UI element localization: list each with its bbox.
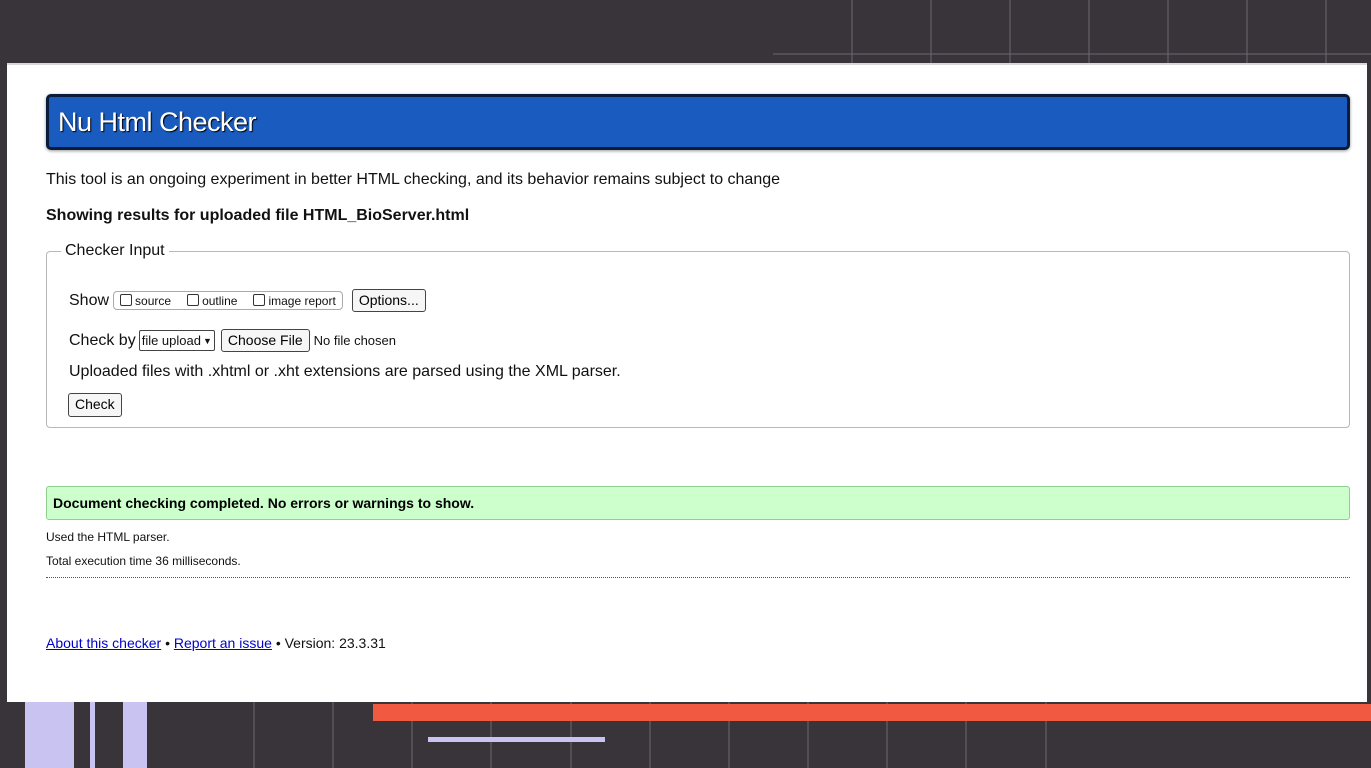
check-by-row: Check by file upload ▼ Choose File No fi… (69, 329, 396, 352)
footer-separator: • (165, 635, 170, 651)
version-text: Version: 23.3.31 (284, 635, 386, 651)
file-status: No file chosen (313, 333, 396, 348)
checker-input-fieldset: Checker Input Show source outline image … (46, 242, 1350, 428)
page-title: Nu Html Checker (58, 107, 257, 137)
choose-file-button[interactable]: Choose File (220, 329, 310, 352)
lavender-accent-bar (428, 737, 605, 742)
divider (46, 577, 1350, 578)
right-frame-strip (1367, 63, 1371, 702)
success-message: Document checking completed. No errors o… (53, 495, 475, 511)
footer-separator: • (275, 635, 281, 651)
about-checker-link[interactable]: About this checker (46, 635, 161, 651)
image-report-checkbox-label[interactable]: image report (268, 294, 335, 308)
image-report-checkbox[interactable] (253, 293, 266, 306)
intro-text: This tool is an ongoing experiment in be… (46, 171, 781, 188)
decorative-block (25, 702, 74, 768)
check-by-label: Check by (69, 331, 136, 349)
checker-input-legend: Checker Input (65, 242, 165, 259)
checker-page: Nu Html Checker This tool is an ongoing … (7, 63, 1367, 702)
footer: About this checker • Report an issue • V… (46, 635, 386, 651)
show-row: Show source outline image report Options… (69, 289, 426, 312)
check-by-select[interactable]: file upload ▼ (138, 330, 215, 351)
parser-note: Uploaded files with .xhtml or .xht exten… (69, 363, 621, 380)
outline-checkbox[interactable] (187, 293, 200, 306)
success-message-box: Document checking completed. No errors o… (46, 486, 1350, 520)
decorative-block (90, 702, 95, 768)
chevron-down-icon: ▼ (202, 335, 212, 346)
results-heading: Showing results for uploaded file HTML_B… (46, 207, 470, 224)
outline-checkbox-label[interactable]: outline (202, 294, 237, 308)
decorative-block (123, 702, 147, 768)
check-button[interactable]: Check (68, 393, 122, 417)
report-issue-link[interactable]: Report an issue (174, 635, 272, 651)
execution-time: Total execution time 36 milliseconds. (46, 554, 241, 568)
options-button[interactable]: Options... (351, 289, 426, 312)
left-frame-strip (0, 63, 7, 702)
show-label: Show (69, 291, 110, 309)
top-grid-decoration (773, 0, 1371, 63)
source-checkbox[interactable] (120, 293, 133, 306)
show-options-group: source outline image report (113, 291, 343, 310)
red-accent-bar (373, 704, 1371, 721)
source-checkbox-label[interactable]: source (135, 294, 171, 308)
parser-info: Used the HTML parser. (46, 530, 170, 544)
title-bar: Nu Html Checker (46, 94, 1350, 150)
check-by-value: file upload (141, 333, 201, 348)
